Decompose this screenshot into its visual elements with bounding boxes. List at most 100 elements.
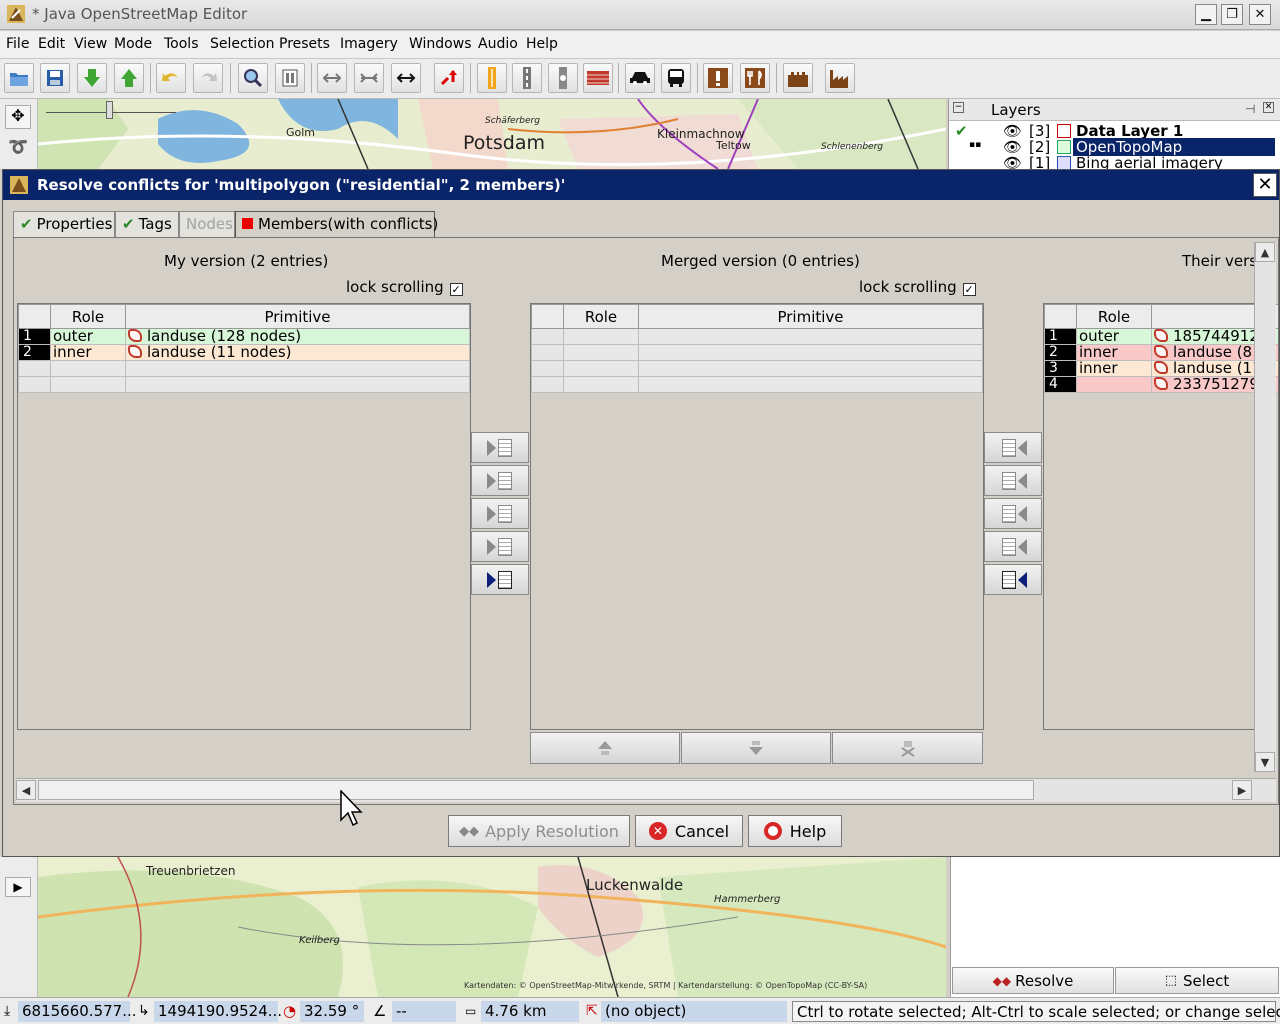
table-row[interactable]: 2 inner landuse (8 n [1044, 344, 1278, 361]
car-icon[interactable] [625, 63, 655, 93]
horizontal-scrollbar[interactable]: ◀ ▶ [16, 778, 1276, 802]
col-primitive[interactable]: Primitive [125, 304, 470, 329]
resolve-button[interactable]: ◆◆ Resolve [952, 967, 1114, 994]
my-lock-scrolling[interactable]: lock scrolling ✓ [346, 278, 463, 296]
menu-file[interactable]: File [6, 36, 29, 52]
copy-their-to-end-button[interactable] [984, 531, 1042, 562]
scroll-thumb[interactable] [38, 780, 1034, 800]
member-role[interactable]: inner [1076, 344, 1152, 361]
member-primitive[interactable]: landuse (128 nodes) [125, 328, 470, 345]
member-role[interactable] [1076, 376, 1152, 393]
scroll-right-icon[interactable]: ▶ [1232, 780, 1252, 800]
upload-icon[interactable] [114, 63, 144, 93]
close-panel-icon[interactable]: ✕ [1263, 102, 1274, 113]
copy-all-their-button[interactable] [984, 564, 1042, 595]
apply-resolution-button[interactable]: ◆◆ Apply Resolution [448, 815, 630, 847]
col-role[interactable]: Role [563, 304, 639, 329]
bus-icon[interactable] [661, 63, 691, 93]
map-view-bottom[interactable]: Treuenbrietzen Luckenwalde Hammerberg Ke… [38, 857, 946, 997]
member-role[interactable]: outer [1076, 328, 1152, 345]
their-version-table[interactable]: Role 1 outer 185744912 2 inner landuse (8 n3i… [1043, 303, 1278, 730]
combine-way-icon[interactable] [354, 63, 384, 93]
menu-audio[interactable]: Audio [478, 36, 518, 52]
close-window-button[interactable]: ✕ [1249, 4, 1271, 25]
table-row[interactable] [531, 360, 983, 377]
table-row[interactable]: 1 outer landuse (128 nodes) [18, 328, 470, 345]
scroll-left-icon[interactable]: ◀ [16, 780, 36, 800]
table-row[interactable] [531, 344, 983, 361]
zoom-icon[interactable] [238, 63, 268, 93]
menu-tools[interactable]: Tools [164, 36, 199, 52]
open-icon[interactable] [4, 63, 34, 93]
my-version-table[interactable]: Role Primitive 1 outer landuse (128 nodes)… [17, 303, 471, 730]
road-icon[interactable] [512, 63, 542, 93]
member-primitive[interactable] [638, 328, 983, 345]
member-role[interactable]: inner [50, 344, 126, 361]
member-role[interactable] [563, 360, 639, 377]
collapse-icon[interactable]: − [953, 102, 964, 113]
preferences-icon[interactable] [275, 63, 305, 93]
pin-icon[interactable]: ⊣ [1245, 102, 1255, 116]
tab-members[interactable]: Members(with conflicts) [235, 211, 438, 237]
split-way-icon[interactable] [317, 63, 347, 93]
table-row[interactable] [18, 360, 470, 377]
vertical-scrollbar[interactable]: ▲ ▼ [1254, 242, 1276, 772]
save-icon[interactable] [40, 63, 70, 93]
col-role[interactable]: Role [50, 304, 126, 329]
restaurant-icon[interactable] [740, 63, 770, 93]
move-down-button[interactable] [681, 732, 831, 764]
menu-edit[interactable]: Edit [38, 36, 65, 52]
menu-imagery[interactable]: Imagery [340, 36, 398, 52]
col-role[interactable]: Role [1076, 304, 1152, 329]
help-button[interactable]: Help [748, 815, 842, 847]
member-primitive[interactable] [638, 360, 983, 377]
member-primitive[interactable] [125, 360, 470, 377]
table-row[interactable] [531, 376, 983, 393]
cancel-button[interactable]: ✕ Cancel [635, 815, 743, 847]
pedestrian-crossing-icon[interactable] [548, 63, 578, 93]
col-primitive[interactable]: Primitive [638, 304, 983, 329]
member-primitive[interactable] [125, 376, 470, 393]
copy-their-before-button[interactable] [984, 465, 1042, 496]
reverse-way-icon[interactable] [391, 63, 421, 93]
tab-properties[interactable]: ✔ Properties [13, 211, 115, 237]
copy-my-to-end-button[interactable] [471, 531, 529, 562]
minimize-button[interactable]: ▁ [1195, 4, 1217, 25]
copy-their-to-top-button[interactable] [984, 432, 1042, 463]
menu-help[interactable]: Help [526, 36, 558, 52]
merged-lock-scrolling[interactable]: lock scrolling ✓ [859, 278, 976, 296]
menu-view[interactable]: View [74, 36, 107, 52]
layer-row-data-layer[interactable]: ✔ 👁 [3] Data Layer 1 [949, 122, 1280, 140]
menu-presets[interactable]: Presets [279, 36, 330, 52]
map-attribution[interactable]: Kartendaten: © OpenStreetMap-Mitwirkende… [464, 981, 867, 990]
table-row[interactable] [18, 376, 470, 393]
menu-selection[interactable]: Selection [210, 36, 275, 52]
unglue-icon[interactable] [434, 63, 464, 93]
factory-icon[interactable] [825, 63, 855, 93]
member-role[interactable] [563, 344, 639, 361]
lasso-mode-icon[interactable]: ➰ [5, 137, 31, 161]
copy-my-after-button[interactable] [471, 498, 529, 529]
remove-button[interactable] [832, 732, 983, 764]
dialog-close-button[interactable]: ✕ [1253, 173, 1277, 197]
castle-icon[interactable] [783, 63, 813, 93]
move-up-button[interactable] [530, 732, 680, 764]
member-role[interactable] [563, 376, 639, 393]
select-button[interactable]: ⬚ Select [1115, 967, 1279, 994]
tab-tags[interactable]: ✔ Tags [115, 211, 179, 237]
menu-windows[interactable]: Windows [409, 36, 472, 52]
table-row[interactable]: 2 inner landuse (11 nodes) [18, 344, 470, 361]
undo-icon[interactable] [156, 63, 186, 93]
download-icon[interactable] [77, 63, 107, 93]
copy-my-to-top-button[interactable] [471, 432, 529, 463]
copy-my-before-button[interactable] [471, 465, 529, 496]
table-row[interactable]: 4 233751279 [1044, 376, 1278, 393]
copy-all-my-button[interactable] [471, 564, 529, 595]
member-role[interactable]: outer [50, 328, 126, 345]
scroll-up-icon[interactable]: ▲ [1255, 242, 1275, 262]
table-row[interactable]: 3 inner landuse (11 [1044, 360, 1278, 377]
copy-their-after-button[interactable] [984, 498, 1042, 529]
merged-version-table[interactable]: Role Primitive [530, 303, 984, 730]
zoom-slider-handle[interactable] [106, 101, 113, 119]
layer-row-opentopomap[interactable]: ▪▪ 👁 [2] OpenTopoMap [949, 138, 1280, 156]
